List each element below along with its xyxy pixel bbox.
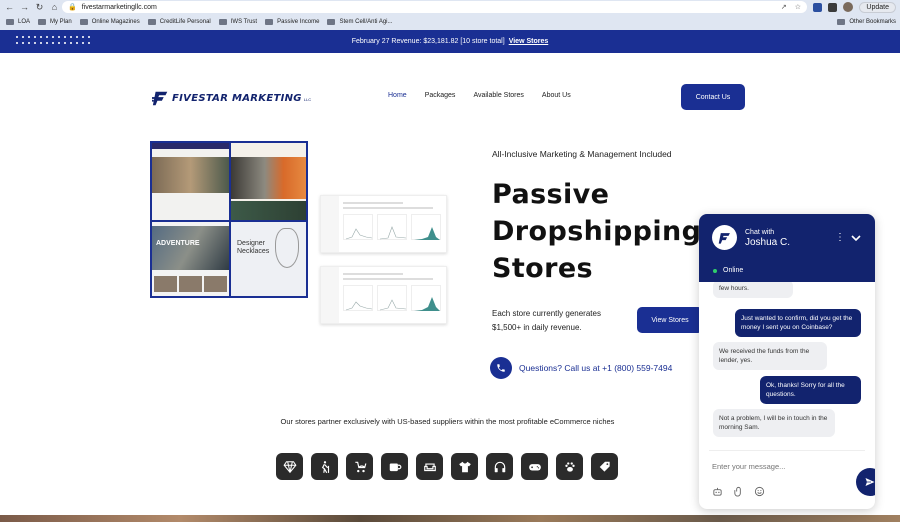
chat-message-incoming: few hours. <box>713 282 793 298</box>
attachment-icon[interactable] <box>733 486 744 497</box>
phone-link[interactable]: Questions? Call us at +1 (800) 559-7494 <box>519 363 672 373</box>
chat-message-outgoing: Just wanted to confirm, did you get the … <box>735 309 861 337</box>
contact-us-button[interactable]: Contact Us <box>681 84 745 110</box>
revenue-banner: February 27 Revenue: $23,181.82 [10 stor… <box>0 30 900 53</box>
store-tile: ADVENTURE <box>152 222 229 296</box>
hero-headline: Passive Dropshipping Stores <box>492 179 702 284</box>
revenue-text: February 27 Revenue: $23,181.82 [10 stor… <box>351 38 505 45</box>
chat-tools <box>712 486 765 497</box>
dashboard-screenshot <box>320 195 447 253</box>
store-tile <box>152 143 229 220</box>
folder-icon <box>6 19 14 25</box>
bookmark-item[interactable]: Stem Cell/Anti Agi... <box>327 19 393 25</box>
nav-available-stores[interactable]: Available Stores <box>473 92 523 99</box>
hero-subtext: Each store currently generates $1,500+ i… <box>492 309 601 332</box>
sidebar-icon[interactable] <box>828 2 838 12</box>
tile-headline: Designer Necklaces <box>237 240 270 255</box>
chat-message-incoming: Not a problem, I will be in touch in the… <box>713 409 835 437</box>
view-stores-link[interactable]: View Stores <box>509 38 549 45</box>
site-logo[interactable]: FIVESTAR MARKETING LLC <box>152 89 311 107</box>
chat-agent-name: Joshua C. <box>745 237 791 248</box>
necklace-image <box>275 228 299 268</box>
lock-icon: 🔒 <box>68 4 77 11</box>
folder-icon <box>79 19 88 25</box>
store-tile <box>231 143 306 220</box>
folder-icon <box>147 19 156 25</box>
folder-icon <box>327 19 336 25</box>
profile-avatar[interactable] <box>843 2 854 12</box>
store-collage-image: ADVENTURE Designer Necklaces <box>150 141 308 298</box>
chat-message-incoming: We received the funds from the lender, y… <box>713 342 827 370</box>
bookmark-star-icon[interactable]: ☆ <box>795 3 801 11</box>
chat-message-outgoing: Ok, thanks! Sorry for all the questions. <box>760 376 861 404</box>
chat-header: Chat with Joshua C. ⋮ Online <box>699 214 875 282</box>
bookmark-item[interactable]: Online Magazines <box>79 19 140 25</box>
chat-messages: few hours. Just wanted to confirm, did y… <box>699 282 875 450</box>
chat-status: Online <box>713 267 743 274</box>
view-stores-button[interactable]: View Stores <box>637 307 703 333</box>
bot-icon[interactable] <box>712 486 723 497</box>
paw-icon <box>556 453 583 480</box>
chat-avatar <box>712 225 737 250</box>
folder-icon <box>218 19 227 25</box>
logo-text: FIVESTAR MARKETING <box>172 92 302 104</box>
sofa-icon <box>416 453 443 480</box>
bookmarks-bar: LOA My Plan Online Magazines CreditLife … <box>0 15 900 29</box>
nav-home[interactable]: Home <box>388 92 407 99</box>
more-options-icon[interactable]: ⋮ <box>835 233 845 243</box>
other-bookmarks[interactable]: Other Bookmarks <box>837 19 896 25</box>
gamepad-icon <box>521 453 548 480</box>
folder-icon <box>837 19 846 25</box>
stroller-icon <box>346 453 373 480</box>
send-button[interactable] <box>856 468 875 496</box>
nav-about-us[interactable]: About Us <box>542 92 571 99</box>
folder-icon <box>265 19 274 25</box>
logo-sub: LLC <box>303 97 312 102</box>
extension-icon[interactable] <box>813 2 823 12</box>
chat-message-input[interactable] <box>712 462 832 471</box>
back-icon[interactable]: ← <box>4 2 15 13</box>
home-icon[interactable]: ⌂ <box>49 2 60 13</box>
share-icon[interactable]: ↗ <box>781 3 787 11</box>
bookmark-item[interactable]: Passive Income <box>265 19 319 25</box>
send-icon <box>865 478 875 486</box>
reload-icon[interactable]: ↻ <box>34 2 45 13</box>
bookmark-item[interactable]: IWS Trust <box>218 19 257 25</box>
forward-icon[interactable]: → <box>19 2 30 13</box>
tile-headline: ADVENTURE <box>156 240 200 247</box>
diamond-icon <box>276 453 303 480</box>
bookmark-item[interactable]: My Plan <box>38 19 72 25</box>
tshirt-icon <box>451 453 478 480</box>
tag-icon <box>591 453 618 480</box>
hero-kicker: All-Inclusive Marketing & Management Inc… <box>492 149 672 159</box>
chat-widget: Chat with Joshua C. ⋮ Online few hours. … <box>699 214 875 509</box>
emoji-icon[interactable] <box>754 486 765 497</box>
folder-icon <box>38 19 47 25</box>
browser-toolbar: ← → ↻ ⌂ 🔒 fivestarmarketingllc.com ↗ ☆ U… <box>0 0 900 14</box>
online-indicator <box>713 268 717 273</box>
dashboard-screenshot <box>320 266 447 324</box>
chat-title: Chat with <box>745 229 775 236</box>
dot-pattern <box>14 34 90 48</box>
mug-icon <box>381 453 408 480</box>
phone-icon[interactable] <box>490 357 512 379</box>
logo-mark-icon <box>718 232 730 244</box>
store-tile: Designer Necklaces <box>231 222 306 296</box>
niche-icons-row <box>276 453 618 480</box>
browser-chrome: ← → ↻ ⌂ 🔒 fivestarmarketingllc.com ↗ ☆ U… <box>0 0 900 30</box>
main-nav: Home Packages Available Stores About Us <box>388 92 589 99</box>
update-button[interactable]: Update <box>859 1 896 13</box>
headphones-icon <box>486 453 513 480</box>
footer-image-strip <box>0 515 900 522</box>
bookmark-item[interactable]: LOA <box>6 19 30 25</box>
logo-mark-icon <box>152 91 168 106</box>
url-text: fivestarmarketingllc.com <box>81 3 157 11</box>
nav-packages[interactable]: Packages <box>425 92 456 99</box>
address-bar[interactable]: 🔒 fivestarmarketingllc.com ↗ ☆ <box>62 1 807 13</box>
chevron-down-icon[interactable] <box>850 232 862 244</box>
hiking-icon <box>311 453 338 480</box>
bookmark-item[interactable]: CreditLife Personal <box>147 19 211 25</box>
